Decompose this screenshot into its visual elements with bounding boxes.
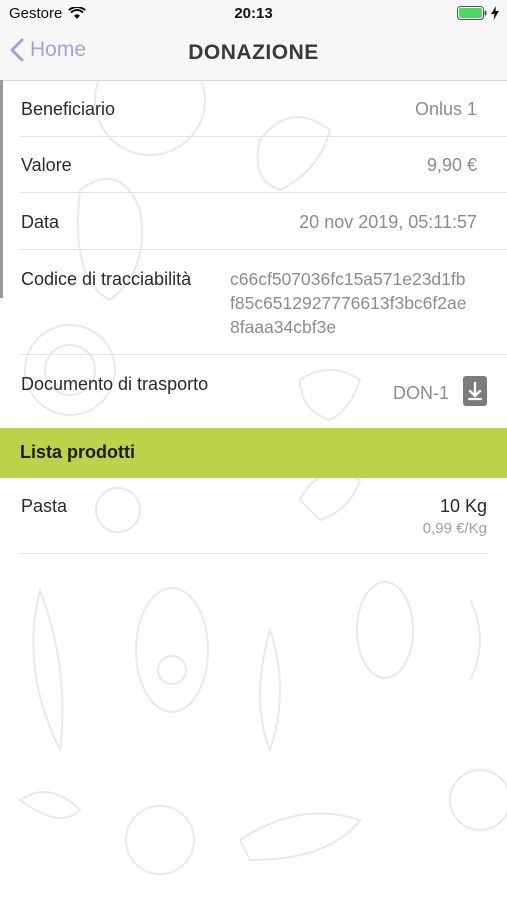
product-name: Pasta: [21, 496, 68, 516]
product-unit-price: 0,99 €/Kg: [422, 520, 487, 537]
status-bar: Gestore 20:13: [0, 0, 507, 28]
tracking-code-line: f85c6512927776613f3bc6f2ae: [230, 293, 467, 313]
navigation-bar: Home Donazione: [0, 28, 507, 81]
tracking-code-value: c66cf507036fc15a571e23d1fb f85c651292777…: [230, 267, 492, 339]
codice-label: Codice di tracciabilità: [21, 269, 192, 289]
status-time: 20:13: [234, 5, 273, 22]
download-document-button[interactable]: [463, 376, 487, 406]
download-icon: [467, 381, 483, 401]
tracking-code-line: c66cf507036fc15a571e23d1fb: [230, 269, 466, 289]
charging-bolt-icon: [491, 6, 499, 20]
valore-value: 9,90 €: [426, 155, 477, 175]
valore-label: Valore: [21, 155, 72, 175]
valore-row: Valore 9,90 €: [0, 137, 507, 193]
beneficiario-value: Onlus 1: [414, 99, 477, 119]
documento-row: Documento di trasporto DON-1: [0, 355, 507, 428]
tracking-code-line: 8faaa34cbf3e: [230, 317, 337, 337]
donation-detail-screen: Gestore 20:13 Home Dona: [0, 0, 507, 900]
status-right: [457, 6, 499, 20]
data-row: Data 20 nov 2019, 05:11:57: [0, 193, 507, 250]
products-section-title: Lista prodotti: [20, 442, 135, 462]
products-section-header: Lista prodotti: [0, 428, 507, 478]
codice-row: Codice di tracciabilità c66cf507036fc15a…: [0, 250, 507, 355]
battery-icon: [457, 6, 487, 20]
documento-label: Documento di trasporto: [21, 374, 209, 394]
data-value: 20 nov 2019, 05:11:57: [299, 212, 477, 232]
documento-value[interactable]: DON-1: [393, 383, 449, 404]
beneficiario-row: Beneficiario Onlus 1: [0, 80, 507, 137]
product-quantity: 10 Kg: [439, 496, 487, 516]
page-title: Donazione: [188, 41, 319, 64]
row-divider: [20, 553, 487, 554]
data-label: Data: [21, 212, 60, 232]
beneficiario-label: Beneficiario: [21, 99, 116, 119]
